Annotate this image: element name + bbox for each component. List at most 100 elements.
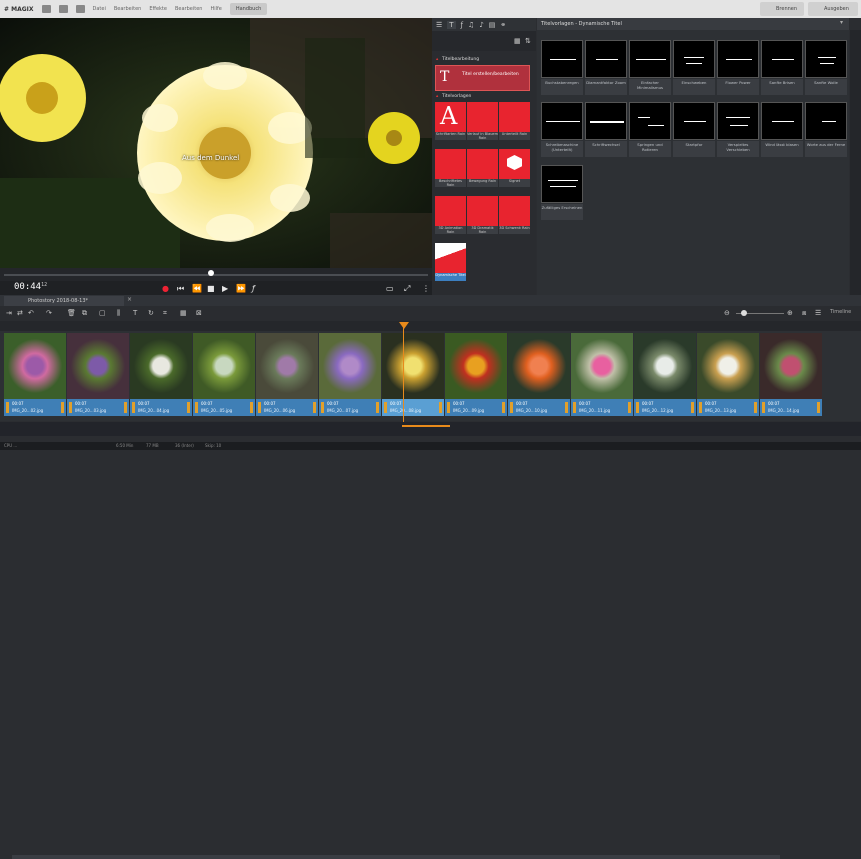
clip-trim-left[interactable] [573,402,576,413]
title-template[interactable]: Verspieltes Verschieben [717,102,759,157]
skip-back-icon[interactable]: ⏮ [177,284,184,294]
paste-icon[interactable]: ▢ [99,309,106,317]
clip-trim-right[interactable] [691,402,694,413]
settings-icon[interactable]: ☰ [815,309,821,317]
clip-info-bar[interactable]: 00:07 IMG_20...05.jpg [193,399,255,416]
title-template[interactable]: Springen und Rotieren [629,102,671,157]
clip-info-bar[interactable]: 00:07 IMG_20...06.jpg [256,399,318,416]
link-icon[interactable]: ⚭ [500,21,506,29]
template-tile[interactable]: Beschriftetes Rain [435,149,466,187]
clip-trim-right[interactable] [313,402,316,413]
template-tile[interactable]: 3D Animation Rain [435,196,466,234]
play-icon[interactable]: ▶ [222,284,228,293]
fullscreen-icon[interactable]: ⤢ [404,284,410,294]
delete-icon[interactable]: 🗑 [67,309,76,317]
timeline-clip[interactable]: 00:07 IMG_20...12.jpg [634,333,696,416]
timeline-clip[interactable]: 00:07 IMG_20...04.jpg [130,333,192,416]
clip-trim-left[interactable] [195,402,198,413]
clip-trim-right[interactable] [376,402,379,413]
template-tile[interactable]: Verlauf in Blauem Rain [467,102,498,140]
menu-item-edit2[interactable]: Bearbeiten [175,6,202,12]
title-template[interactable]: Buchstabenregen [541,40,583,95]
clip-trim-left[interactable] [447,402,450,413]
clip-trim-right[interactable] [250,402,253,413]
close-tab-icon[interactable]: × [127,296,132,303]
clip-trim-left[interactable] [258,402,261,413]
time-ruler[interactable] [0,321,861,331]
clip-info-bar[interactable]: 00:07 IMG_20...13.jpg [697,399,759,416]
create-title-button[interactable]: T Titel erstellen/bearbeiten [435,65,530,91]
scroll-track[interactable] [12,855,780,859]
project-tab[interactable]: Photostory 2018-08-13* [4,296,124,306]
clip-trim-right[interactable] [124,402,127,413]
clip-trim-left[interactable] [132,402,135,413]
templates-scrollbar[interactable] [850,30,861,295]
fx-icon[interactable]: ƒ [252,284,255,293]
more-icon[interactable]: ⋮ [422,284,430,293]
menu-item-file[interactable]: Datei [93,6,106,12]
title-template[interactable]: Sanfte Brisen [761,40,803,95]
save-icon[interactable] [41,5,51,13]
stop-icon[interactable]: ■ [207,284,215,293]
template-tile[interactable]: Signet [499,149,530,187]
timeline-clip[interactable]: 00:07 IMG_20...11.jpg [571,333,633,416]
title-template[interactable]: Zufälliges Erscheinen [541,165,583,220]
redo-icon[interactable]: ↷ [46,309,52,317]
fit-icon[interactable]: ⊠ [196,309,202,317]
text-icon[interactable]: T [447,20,456,29]
title-template[interactable]: Worte aus der Ferne [805,102,847,157]
clip-trim-left[interactable] [762,402,765,413]
clip-info-bar[interactable]: 00:07 IMG_20...10.jpg [508,399,570,416]
title-template[interactable]: Schriftwechsel [585,102,627,157]
grid-tool-icon[interactable]: ▦ [180,309,187,317]
template-tile[interactable]: Unterteilt Rain [499,102,530,140]
open-folder-icon[interactable] [58,5,68,13]
template-icon[interactable]: ▤ [489,21,496,29]
section-title-edit[interactable]: Titelbearbeitung [434,56,534,64]
clip-trim-right[interactable] [187,402,190,413]
timeline-clip[interactable]: 00:07 IMG_20...06.jpg [256,333,318,416]
timeline-clip[interactable]: 00:07 IMG_20...08.jpg [382,333,444,416]
clip-info-bar[interactable]: 00:07 IMG_20...14.jpg [760,399,822,416]
rotate-icon[interactable]: ↻ [148,309,154,317]
title-template[interactable]: Einschweben [673,40,715,95]
list-icon[interactable]: ☰ [436,21,442,29]
video-preview[interactable]: Aus dem Dunkel [0,18,432,268]
undo-icon[interactable]: ↶ [28,309,34,317]
screen-icon[interactable]: ▭ [386,284,394,293]
template-tile[interactable]: A Schriftarten Rain [435,102,466,140]
title-template[interactable]: Wind lässt blasen [761,102,803,157]
title-template[interactable]: Sanfte Wolle [805,40,847,95]
scrub-track[interactable] [4,274,428,276]
clip-trim-right[interactable] [754,402,757,413]
clip-info-bar[interactable]: 00:07 IMG_20...07.jpg [319,399,381,416]
menu-item-effects[interactable]: Effekte [149,6,167,12]
music-icon[interactable]: ♫ [468,21,474,29]
timeline-clip[interactable]: 00:07 IMG_20...07.jpg [319,333,381,416]
clip-trim-left[interactable] [510,402,513,413]
zoom-slider-handle[interactable] [741,310,747,316]
grid-view-icon[interactable]: ▦ [514,37,521,45]
fx-tab-icon[interactable]: ƒ [461,21,463,29]
copy-icon[interactable]: ⧉ [82,309,87,318]
timeline-clip[interactable]: 00:07 IMG_20...05.jpg [193,333,255,416]
timeline-clip[interactable]: 00:07 IMG_20...14.jpg [760,333,822,416]
clip-trim-left[interactable] [321,402,324,413]
export-icon[interactable] [75,5,85,13]
burn-button[interactable]: Brennen [760,2,804,16]
title-template[interactable]: Schreibmaschine (Unterteilt) [541,102,583,157]
clip-info-bar[interactable]: 00:07 IMG_20...04.jpg [130,399,192,416]
playhead-marker[interactable] [399,322,409,329]
pointer-icon[interactable]: ⇥ [6,309,12,317]
mode-icon[interactable]: ⇄ [17,309,23,317]
scrub-handle[interactable] [208,270,214,276]
clip-trim-left[interactable] [699,402,702,413]
zoom-in-icon[interactable]: ⊕ [787,309,793,317]
clip-info-bar[interactable]: 00:07 IMG_20...12.jpg [634,399,696,416]
title-overlay[interactable]: Aus dem Dunkel [182,154,239,162]
clip-trim-left[interactable] [384,402,387,413]
clip-trim-right[interactable] [502,402,505,413]
title-template[interactable]: Startpfor [673,102,715,157]
template-tile[interactable]: Dynamische Titel [435,243,466,281]
clip-trim-right[interactable] [61,402,64,413]
